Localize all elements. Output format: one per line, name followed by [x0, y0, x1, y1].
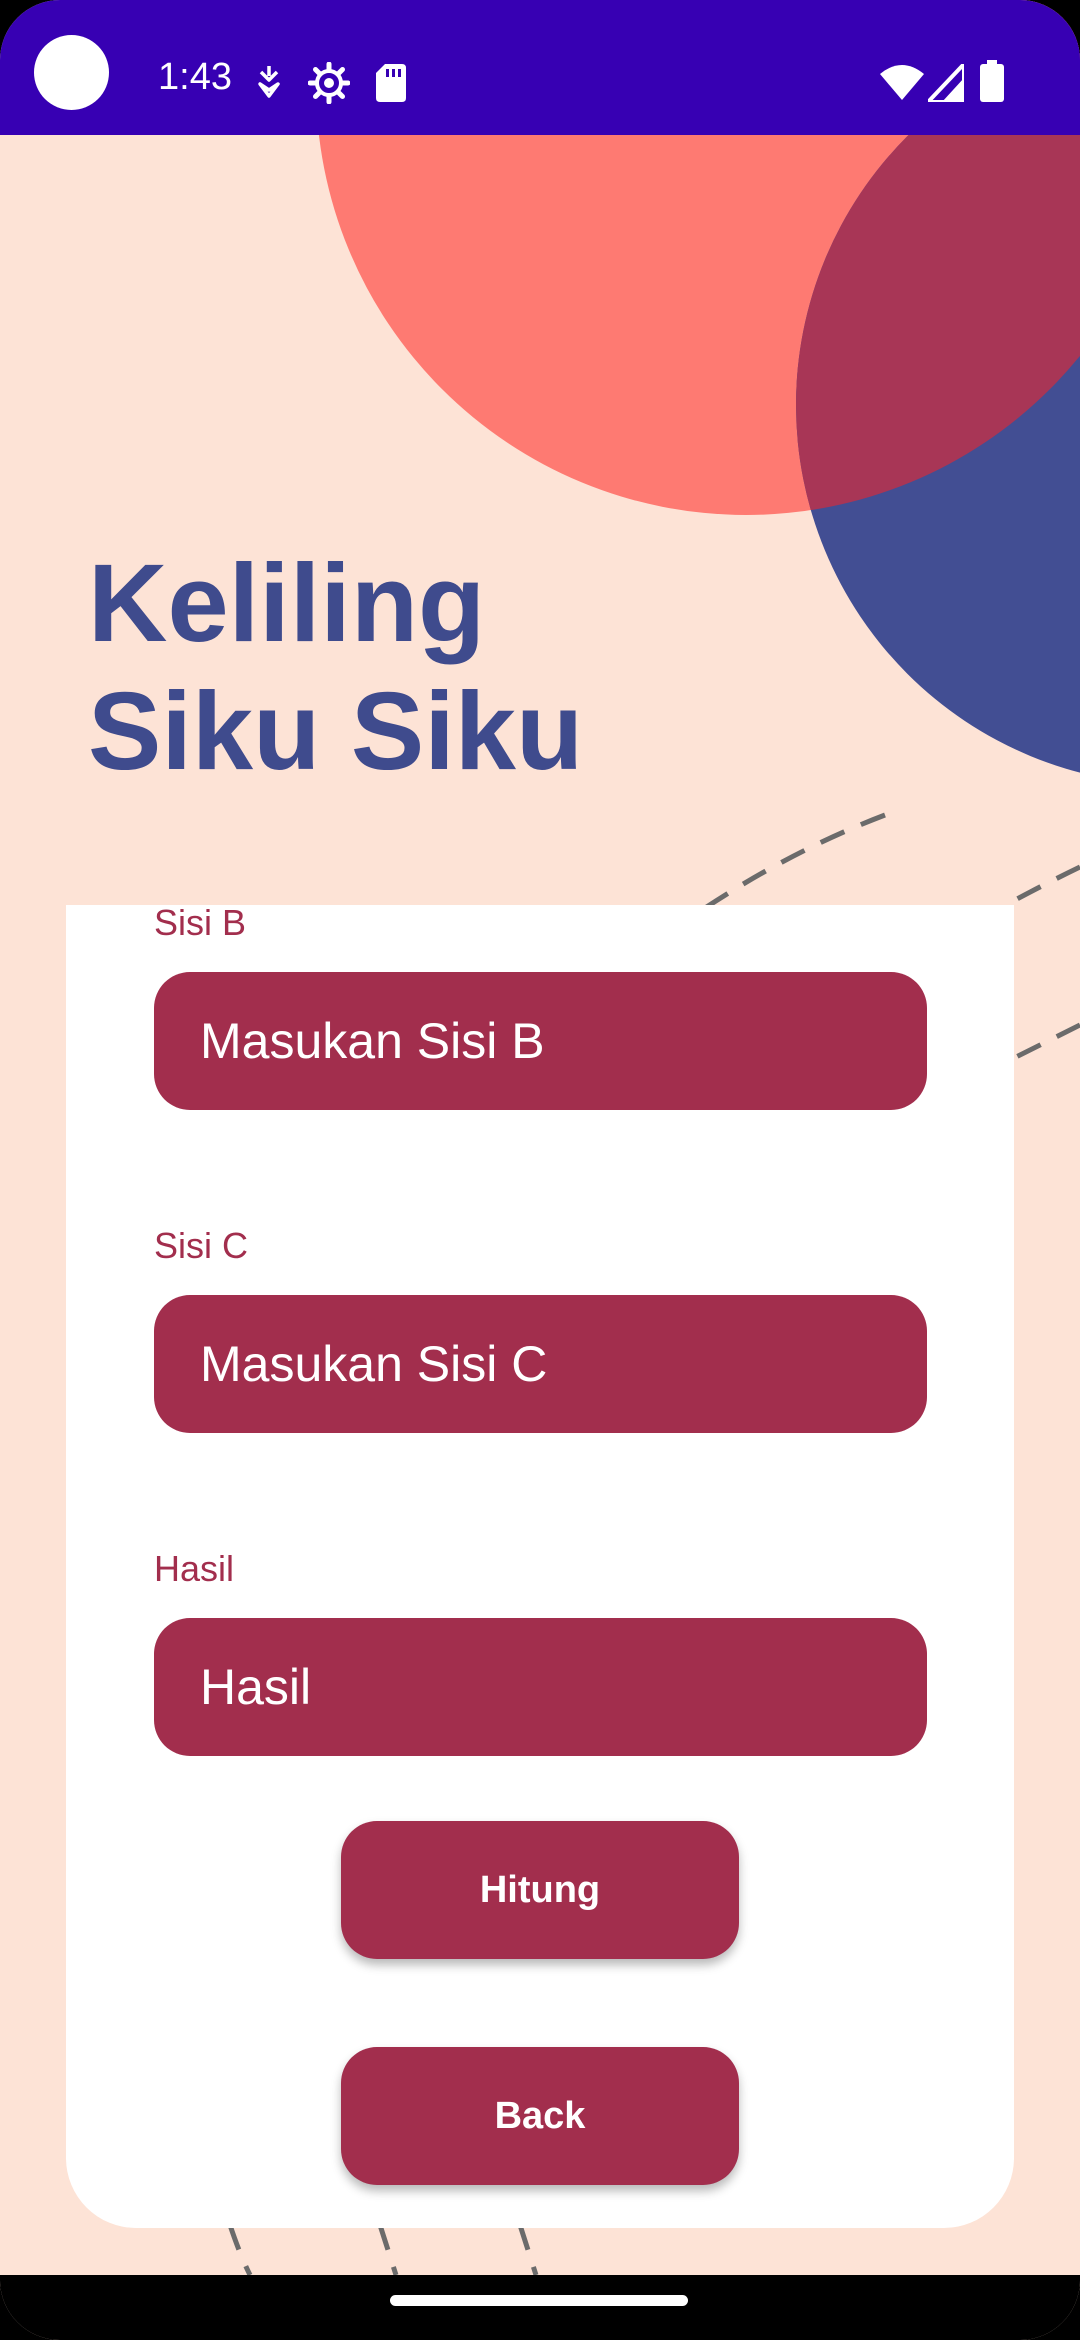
- navigation-bar: [0, 2275, 1080, 2340]
- sisi-c-input[interactable]: Masukan Sisi C: [154, 1295, 927, 1433]
- camera-cutout: [34, 35, 109, 110]
- hitung-button[interactable]: Hitung: [341, 1821, 739, 1959]
- page-title-line-1: Keliling: [88, 542, 486, 665]
- sisi-b-input[interactable]: Masukan Sisi B: [154, 972, 927, 1110]
- signal-icon: [928, 64, 964, 102]
- sisi-b-placeholder: Masukan Sisi B: [200, 1013, 545, 1069]
- app-screen: 1:43 Keliling Siku Siku Sisi B Masukan S…: [0, 0, 1080, 2340]
- wifi-icon: [880, 65, 924, 100]
- page-title: Keliling Siku Siku: [88, 540, 583, 796]
- status-bar: 1:43: [0, 0, 1080, 135]
- hasil-field[interactable]: Hasil: [154, 1618, 927, 1756]
- sd-card-icon: [376, 64, 406, 102]
- sisi-c-label: Sisi C: [154, 1225, 249, 1266]
- back-button-label: Back: [494, 2094, 586, 2137]
- hitung-button-label: Hitung: [479, 1868, 601, 1911]
- notification-icon: [258, 66, 280, 98]
- form-card: Sisi B Masukan Sisi B Sisi C Masukan Sis…: [66, 905, 1014, 2228]
- hasil-label: Hasil: [154, 1548, 235, 1589]
- page-title-line-2: Siku Siku: [88, 670, 584, 793]
- sisi-c-placeholder: Masukan Sisi C: [200, 1336, 548, 1392]
- settings-gear-icon: [308, 62, 350, 104]
- home-gesture-handle[interactable]: [390, 2295, 688, 2306]
- battery-icon: [980, 60, 1004, 102]
- back-button[interactable]: Back: [341, 2047, 739, 2185]
- sisi-b-label: Sisi B: [154, 902, 247, 943]
- status-time: 1:43: [158, 56, 232, 98]
- hasil-placeholder: Hasil: [200, 1659, 312, 1715]
